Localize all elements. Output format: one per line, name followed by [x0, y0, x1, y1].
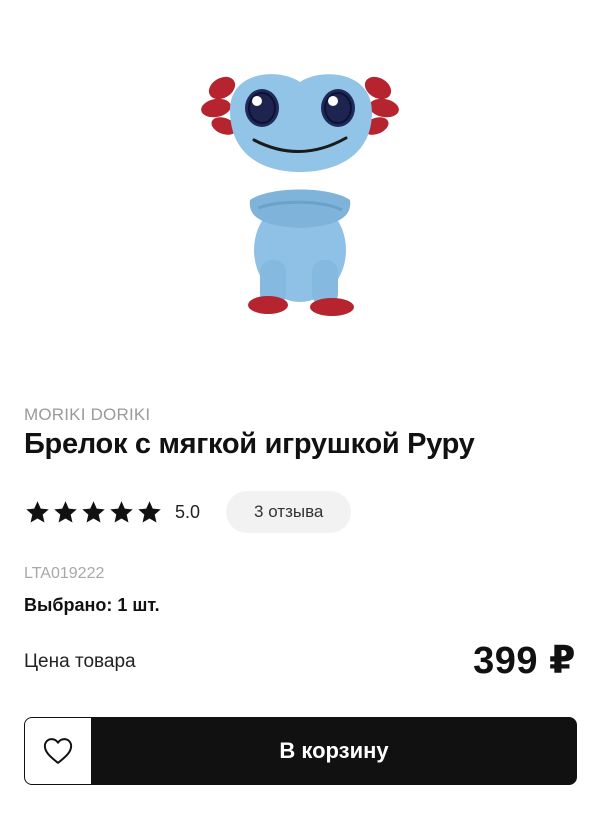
plush-toy-image: [201, 74, 399, 316]
add-to-cart-button[interactable]: В корзину: [91, 717, 577, 785]
reviews-button[interactable]: 3 отзыва: [226, 491, 352, 533]
star-icon: [110, 500, 133, 523]
star-icon: [82, 500, 105, 523]
product-brand[interactable]: MORIKI DORIKI: [24, 405, 150, 425]
rating-row: 5.0 3 отзыва: [24, 490, 352, 534]
selected-quantity: Выбрано: 1 шт.: [24, 595, 160, 615]
price-value: 399 ₽: [473, 640, 576, 682]
rating-stars: [24, 499, 163, 526]
price-label: Цена товара: [24, 651, 136, 672]
product-image[interactable]: [0, 0, 600, 380]
star-icon: [54, 500, 77, 523]
favorite-button[interactable]: [24, 717, 92, 785]
product-title: Брелок с мягкой игрушкой Руру: [24, 428, 475, 460]
product-sku: LTA019222: [24, 565, 105, 582]
star-icon: [26, 500, 49, 523]
heart-icon: [43, 738, 73, 764]
rating-value: 5.0: [175, 501, 201, 522]
star-icon: [138, 500, 161, 523]
